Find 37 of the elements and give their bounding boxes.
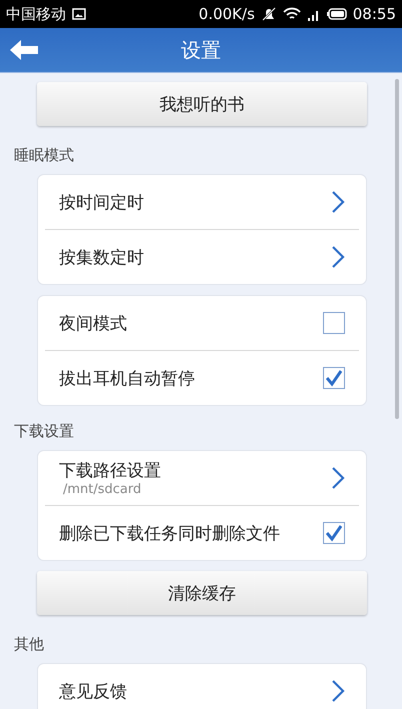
back-arrow-icon[interactable] bbox=[9, 39, 39, 61]
checkbox[interactable] bbox=[323, 367, 345, 389]
settings-row[interactable]: 下载路径设置 /mnt/sdcard bbox=[38, 451, 359, 505]
settings-row[interactable]: 意见反馈 bbox=[38, 664, 359, 709]
settings-row[interactable]: 删除已下载任务同时删除文件 bbox=[45, 505, 359, 560]
checkbox[interactable] bbox=[323, 312, 345, 334]
wifi-icon bbox=[282, 7, 301, 21]
carrier-text: 中国移动 bbox=[6, 4, 66, 24]
page-title: 设置 bbox=[181, 36, 221, 64]
checkbox[interactable] bbox=[323, 522, 345, 544]
chevron-icon bbox=[331, 245, 345, 269]
section-heading: 其他 bbox=[14, 635, 45, 654]
image-icon bbox=[72, 8, 86, 20]
settings-row[interactable]: 按时间定时 bbox=[38, 175, 359, 229]
row-label: 下载路径设置 bbox=[59, 460, 162, 482]
row-label: 意见反馈 bbox=[59, 680, 128, 702]
muted-bell-icon bbox=[260, 7, 277, 21]
chevron-icon bbox=[331, 190, 345, 214]
action-button[interactable]: 清除缓存 bbox=[37, 571, 367, 615]
row-label: 删除已下载任务同时删除文件 bbox=[59, 522, 281, 544]
speed-text: 0.00K/s bbox=[198, 5, 255, 23]
action-button[interactable]: 我想听的书 bbox=[37, 82, 367, 126]
row-label: 拔出耳机自动暂停 bbox=[59, 368, 196, 390]
row-label: 夜间模式 bbox=[59, 312, 128, 334]
scrollbar[interactable] bbox=[395, 79, 399, 419]
chevron-icon bbox=[331, 466, 345, 490]
settings-row[interactable]: 按集数定时 bbox=[45, 229, 359, 284]
section-heading: 睡眠模式 bbox=[14, 146, 75, 165]
section-heading: 下载设置 bbox=[14, 422, 75, 441]
settings-row[interactable]: 拔出耳机自动暂停 bbox=[45, 350, 359, 405]
path-text: /mnt/sdcard bbox=[63, 482, 142, 497]
settings-row[interactable]: 夜间模式 bbox=[38, 296, 359, 350]
clock-text: 08:55 bbox=[352, 5, 396, 23]
battery-icon bbox=[326, 8, 347, 20]
row-label: 按集数定时 bbox=[59, 246, 145, 268]
row-label: 按时间定时 bbox=[59, 192, 145, 214]
chevron-icon bbox=[331, 679, 345, 703]
